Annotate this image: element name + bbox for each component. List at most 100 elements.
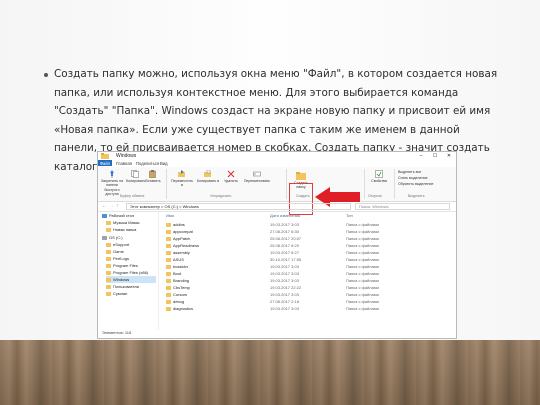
folder-icon — [166, 300, 171, 304]
divider — [394, 169, 395, 199]
forward-icon[interactable]: → — [109, 203, 114, 209]
table-row[interactable]: Branding 19.03.2017 3:03 Папка с файлами — [166, 277, 454, 284]
nav-item[interactable]: Пользователи — [106, 283, 139, 290]
folder-icon — [106, 243, 111, 247]
tab-view[interactable]: Вид — [160, 161, 168, 166]
nav-item[interactable]: Program Files — [106, 262, 138, 269]
paste-button[interactable]: Вставить — [145, 170, 161, 183]
back-icon[interactable]: ← — [102, 203, 107, 209]
table-row[interactable]: ASUS 30.10.2017 17:55 Папка с файлами — [166, 256, 454, 263]
pin-icon — [110, 170, 114, 178]
group-label: Упорядочить — [210, 194, 232, 198]
drive-icon — [102, 236, 107, 240]
folder-icon — [166, 279, 171, 283]
nav-item[interactable]: Рабочий стол — [102, 212, 134, 219]
search-input[interactable]: Поиск: Windows — [355, 203, 450, 210]
divider — [166, 169, 167, 199]
navigation-pane: Рабочий стол Музыка Мамы Новая папка OS … — [98, 212, 159, 330]
folder-icon — [106, 292, 111, 296]
nav-item[interactable]: eSupport — [106, 241, 129, 248]
table-row[interactable]: Boot 19.03.2017 3:03 Папка с файлами — [166, 270, 454, 277]
minimize-icon[interactable]: – — [414, 152, 428, 160]
up-icon[interactable]: ↑ — [116, 203, 119, 209]
table-row[interactable]: AppPatch 25.08.2017 20:07 Папка с файлами — [166, 235, 454, 242]
title-bar: Windows – ☐ ✕ — [98, 152, 456, 160]
column-header-type[interactable]: Тип — [346, 213, 353, 218]
folder-icon — [166, 244, 171, 248]
address-input[interactable]: Этот компьютер > OS (C:) > Windows — [126, 203, 351, 210]
nav-item[interactable]: Музыка Мамы — [106, 219, 140, 226]
folder-icon — [106, 278, 111, 282]
clipboard-icon — [149, 170, 156, 178]
bullet-dot — [44, 73, 48, 77]
folder-icon — [166, 307, 171, 311]
copy-button[interactable]: Копировать — [126, 170, 145, 183]
nav-item[interactable]: Сумлан — [106, 290, 127, 297]
tab-home[interactable]: Главная — [116, 161, 132, 166]
folder-icon — [106, 285, 111, 289]
close-icon[interactable]: ✕ — [442, 152, 456, 160]
delete-button[interactable]: Удалить — [222, 170, 240, 183]
table-row[interactable]: appcompat 27.08.2017 6:30 Папка с файлами — [166, 228, 454, 235]
folder-icon — [166, 223, 171, 227]
folder-icon — [106, 271, 111, 275]
nav-item[interactable]: Новая папка — [106, 226, 136, 233]
invert-selection-button[interactable]: Обратить выделение — [398, 182, 454, 186]
group-label: Буфер обмена — [120, 194, 145, 198]
table-row[interactable]: Cursors 19.03.2017 3:03 Папка с файлами — [166, 291, 454, 298]
status-bar: Элементов: 118 — [102, 330, 132, 335]
wood-floor — [0, 340, 540, 405]
folder-icon — [166, 272, 171, 276]
move-icon — [178, 170, 185, 177]
tab-file[interactable]: Файл — [98, 160, 112, 166]
select-none-button[interactable]: Снять выделение — [398, 176, 454, 180]
folder-icon — [166, 230, 171, 234]
table-row[interactable]: diagnostics 19.03.2017 3:03 Папка с файлам… — [166, 305, 454, 312]
explorer-window: Windows – ☐ ✕ Файл Главная Поделиться Ви… — [97, 151, 457, 339]
select-all-button[interactable]: Выделить все — [398, 170, 454, 174]
folder-icon — [106, 264, 111, 268]
folder-icon — [106, 250, 111, 254]
rename-icon — [253, 171, 261, 177]
nav-item[interactable]: Game — [106, 248, 124, 255]
folder-icon — [166, 258, 171, 262]
folder-icon — [166, 251, 171, 255]
column-header-name[interactable]: Имя — [166, 213, 174, 218]
properties-icon — [375, 170, 383, 178]
nav-item[interactable]: PerfLogs — [106, 255, 129, 262]
folder-icon — [106, 228, 111, 232]
nav-item[interactable]: Windows — [106, 276, 156, 283]
folder-icon — [106, 257, 111, 261]
nav-item[interactable]: Program Files (x86) — [106, 269, 148, 276]
ribbon: Закрепить на панели быстрого доступа Коп… — [98, 167, 456, 215]
table-row[interactable]: debug 27.08.2017 2:18 Папка с файлами — [166, 298, 454, 305]
window-title: Windows — [116, 153, 137, 159]
move-to-button[interactable]: Переместить в — [170, 170, 194, 188]
folder-icon — [101, 153, 109, 159]
folder-icon — [106, 221, 111, 225]
nav-item[interactable]: OS (C:) — [102, 234, 123, 241]
tab-share[interactable]: Поделиться — [136, 161, 159, 166]
maximize-icon[interactable]: ☐ — [428, 152, 442, 160]
table-row[interactable]: AppReadiness 25.08.2017 8:20 Папка с файла… — [166, 242, 454, 249]
table-row[interactable]: addins 19.03.2017 3:03 Папка с файлами — [166, 221, 454, 228]
folder-icon — [166, 265, 171, 269]
table-row[interactable]: assembly 19.03.2017 6:27 Папка с файлами — [166, 249, 454, 256]
pin-button[interactable]: Закрепить на панели быстрого доступа — [100, 170, 124, 197]
group-label: Открыть — [368, 194, 383, 198]
table-row[interactable]: CbsTemp 19.03.2017 22:22 Папка с файлами — [166, 284, 454, 291]
rename-button[interactable]: Переименовать — [242, 170, 272, 183]
copy-icon — [131, 170, 139, 178]
divider — [364, 169, 365, 199]
address-bar-row: ← → ↑ Этот компьютер > OS (C:) > Windows… — [98, 202, 456, 212]
table-row[interactable]: bcastdvr 19.03.2017 3:03 Папка с файлами — [166, 263, 454, 270]
desktop-icon — [102, 214, 107, 218]
new-folder-icon — [296, 172, 306, 180]
divider — [286, 169, 287, 199]
delete-icon — [227, 170, 235, 178]
copy-to-button[interactable]: Копировать в — [196, 170, 220, 183]
folder-icon — [166, 237, 171, 241]
group-label: Выделить — [408, 194, 425, 198]
column-header-date[interactable]: Дата изменения — [270, 213, 300, 218]
properties-button[interactable]: Свойства — [368, 170, 390, 183]
